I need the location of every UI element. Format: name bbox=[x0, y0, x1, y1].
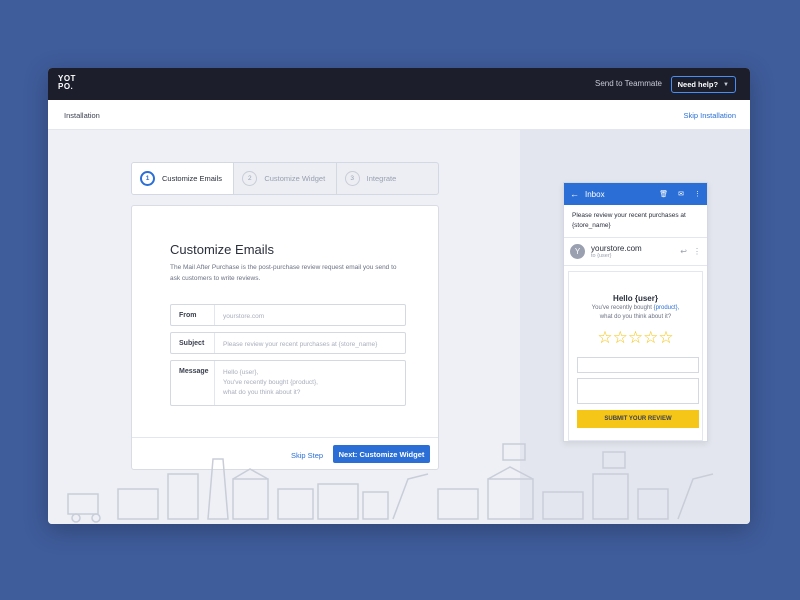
email-preview-panel: ← Inbox 🗑 ✉ ⋮ Please review your recent … bbox=[520, 130, 750, 524]
sender-name: yourstore.com bbox=[591, 244, 642, 253]
stepper: 1 Customize Emails 2 Customize Widget 3 … bbox=[131, 162, 439, 195]
submit-review-button[interactable]: SUBMIT YOUR REVIEW bbox=[577, 410, 699, 428]
step-label: Customize Widget bbox=[264, 174, 326, 183]
email-line-1: You've recently bought {product}, bbox=[569, 305, 702, 311]
subject-label: Subject bbox=[171, 333, 215, 353]
mail-icon[interactable]: ✉ bbox=[678, 190, 684, 198]
star-icon[interactable]: ☆ bbox=[643, 328, 658, 347]
more-vertical-icon[interactable]: ⋮ bbox=[693, 247, 701, 256]
next-customize-widget-button[interactable]: Next: Customize Widget bbox=[333, 445, 430, 463]
email-greeting: Hello {user} bbox=[613, 294, 658, 303]
app-window: YOT PO. Send to Teammate Need help? ▼ In… bbox=[48, 68, 750, 524]
customize-emails-card: Customize Emails The Mail After Purchase… bbox=[131, 205, 439, 470]
sender-row: Y yourstore.com to {user} ↩ ⋮ bbox=[564, 238, 707, 266]
star-icon[interactable]: ☆ bbox=[613, 328, 628, 347]
step-number: 1 bbox=[140, 171, 155, 186]
send-to-teammate-link[interactable]: Send to Teammate bbox=[595, 79, 662, 88]
message-line-2: You've recently bought {product}, bbox=[223, 379, 318, 386]
email-line-1-prefix: You've recently bought bbox=[591, 305, 652, 311]
need-help-label: Need help? bbox=[677, 80, 719, 89]
yotpo-logo[interactable]: YOT PO. bbox=[58, 75, 80, 91]
page-title: Installation bbox=[64, 111, 100, 120]
step-number: 3 bbox=[344, 171, 360, 186]
message-textarea[interactable]: Hello {user}, You've recently bought {pr… bbox=[215, 361, 405, 405]
back-arrow-icon[interactable]: ← bbox=[570, 189, 579, 199]
chevron-down-icon: ▼ bbox=[723, 81, 729, 88]
subject-field[interactable]: Subject Please review your recent purcha… bbox=[170, 332, 406, 354]
reply-icon[interactable]: ↩ bbox=[680, 247, 687, 256]
message-line-3: what do you think about it? bbox=[223, 389, 301, 396]
message-line-1: Hello {user}, bbox=[223, 369, 259, 376]
from-input[interactable]: yourstore.com bbox=[215, 305, 405, 325]
message-field[interactable]: Message Hello {user}, You've recently bo… bbox=[170, 360, 406, 406]
logo-line-2: PO. bbox=[58, 82, 74, 91]
trash-icon[interactable]: 🗑 bbox=[659, 190, 668, 198]
inbox-header: ← Inbox 🗑 ✉ ⋮ bbox=[564, 183, 707, 205]
star-icon[interactable]: ☆ bbox=[658, 328, 673, 347]
email-product-token: {product}, bbox=[653, 305, 680, 311]
email-body: Hello {user} You've recently bought {pro… bbox=[568, 271, 703, 441]
card-title: Customize Emails bbox=[170, 242, 275, 257]
subject-input[interactable]: Please review your recent purchases at {… bbox=[215, 333, 405, 353]
step-label: Integrate bbox=[366, 174, 397, 183]
sender-to: to {user} bbox=[591, 253, 612, 259]
more-vertical-icon[interactable]: ⋮ bbox=[694, 190, 701, 198]
need-help-button[interactable]: Need help? ▼ bbox=[670, 76, 736, 93]
star-icon[interactable]: ☆ bbox=[628, 328, 643, 347]
from-field[interactable]: From yourstore.com bbox=[170, 304, 406, 326]
sub-header: Installation Skip Installation bbox=[48, 100, 750, 130]
review-body-textarea[interactable] bbox=[577, 378, 699, 404]
from-label: From bbox=[171, 305, 215, 325]
step-customize-widget[interactable]: 2 Customize Widget bbox=[234, 163, 337, 194]
step-integrate[interactable]: 3 Integrate bbox=[337, 163, 438, 194]
email-preview: ← Inbox 🗑 ✉ ⋮ Please review your recent … bbox=[563, 182, 708, 442]
top-bar: YOT PO. Send to Teammate Need help? ▼ bbox=[48, 68, 750, 100]
step-number: 2 bbox=[242, 171, 258, 186]
avatar: Y bbox=[570, 244, 585, 259]
star-rating[interactable]: ☆☆☆☆☆ bbox=[569, 328, 702, 348]
email-line-2: what do you think about it? bbox=[599, 314, 672, 320]
setup-panel: 1 Customize Emails 2 Customize Widget 3 … bbox=[48, 130, 520, 524]
card-description: The Mail After Purchase is the post-purc… bbox=[170, 264, 397, 282]
inbox-title: Inbox bbox=[585, 189, 605, 199]
review-title-input[interactable] bbox=[577, 357, 699, 373]
step-customize-emails[interactable]: 1 Customize Emails bbox=[132, 163, 235, 194]
skip-installation-link[interactable]: Skip Installation bbox=[683, 111, 736, 120]
step-label: Customize Emails bbox=[162, 174, 223, 183]
email-subject: Please review your recent purchases at {… bbox=[564, 205, 707, 238]
card-divider bbox=[132, 437, 438, 438]
skip-step-link[interactable]: Skip Step bbox=[291, 451, 323, 460]
message-label: Message bbox=[171, 361, 215, 405]
star-icon[interactable]: ☆ bbox=[597, 328, 612, 347]
